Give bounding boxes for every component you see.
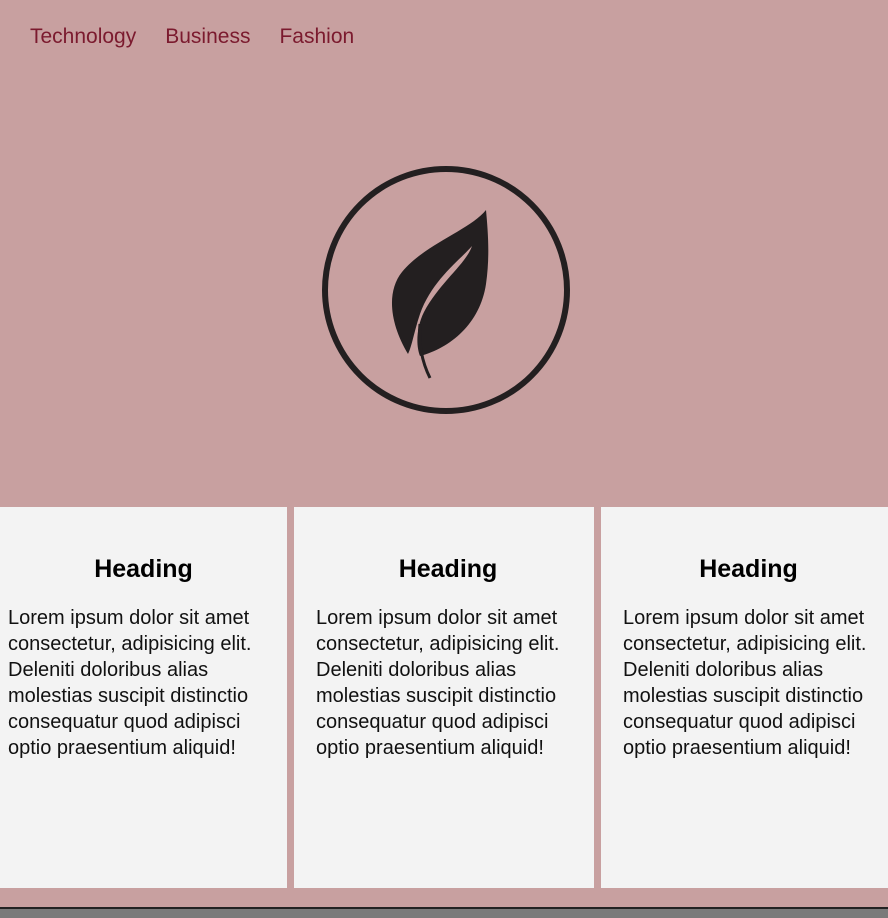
- card-heading: Heading: [94, 555, 193, 583]
- footer-bar: [0, 907, 888, 918]
- main-nav: Technology Business Fashion: [30, 23, 354, 51]
- logo: [320, 164, 572, 416]
- card-heading: Heading: [699, 555, 798, 583]
- nav-link-business[interactable]: Business: [165, 23, 250, 51]
- card: Heading Lorem ipsum dolor sit amet conse…: [601, 507, 888, 888]
- card-row: Heading Lorem ipsum dolor sit amet conse…: [0, 507, 888, 888]
- leaf-icon: [322, 166, 570, 414]
- card-body: Lorem ipsum dolor sit amet consectetur, …: [8, 607, 252, 759]
- nav-link-technology[interactable]: Technology: [30, 23, 136, 51]
- card-body: Lorem ipsum dolor sit amet consectetur, …: [316, 607, 560, 759]
- nav-link-fashion[interactable]: Fashion: [279, 23, 354, 51]
- card-body: Lorem ipsum dolor sit amet consectetur, …: [623, 607, 867, 759]
- card: Heading Lorem ipsum dolor sit amet conse…: [294, 507, 594, 888]
- card-heading: Heading: [398, 555, 498, 583]
- card: Heading Lorem ipsum dolor sit amet conse…: [0, 507, 287, 888]
